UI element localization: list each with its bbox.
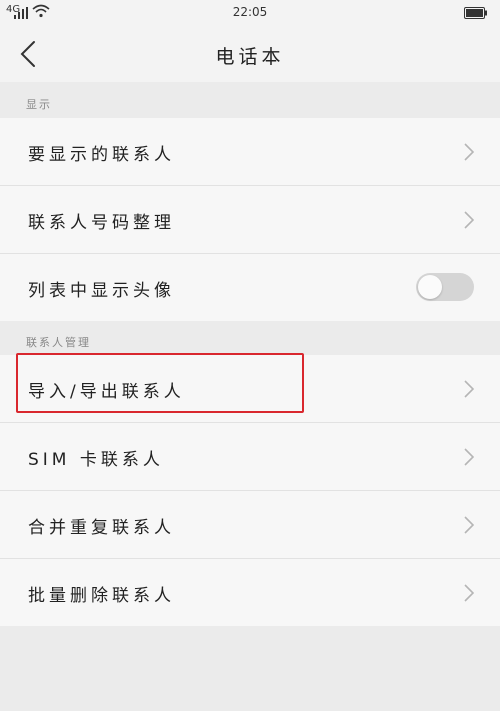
- row-merge-duplicates[interactable]: 合并重复联系人: [0, 491, 500, 559]
- show-avatar-toggle[interactable]: [416, 273, 474, 301]
- row-show-avatar: 列表中显示头像: [0, 254, 500, 321]
- row-label: 联系人号码整理: [28, 213, 175, 233]
- row-label: SIM 卡联系人: [28, 450, 164, 470]
- toggle-knob: [418, 275, 442, 299]
- status-time: 22:05: [232, 5, 268, 19]
- header-bar: 电话本: [0, 26, 500, 82]
- chevron-right-icon: [464, 143, 474, 161]
- chevron-right-icon: [464, 211, 474, 229]
- chevron-right-icon: [464, 584, 474, 602]
- page-title: 电话本: [215, 46, 285, 68]
- row-import-export[interactable]: 导入/导出联系人: [0, 355, 500, 423]
- section-label-contact-management: 联系人管理: [26, 336, 91, 349]
- chevron-right-icon: [464, 380, 474, 398]
- settings-group-display: 要显示的联系人 联系人号码整理 列表中显示头像: [0, 118, 500, 321]
- chevron-right-icon: [464, 516, 474, 534]
- row-label: 要显示的联系人: [28, 145, 175, 165]
- row-batch-delete[interactable]: 批量删除联系人: [0, 559, 500, 626]
- row-number-organize[interactable]: 联系人号码整理: [0, 186, 500, 254]
- section-label-display: 显示: [26, 98, 52, 111]
- settings-group-contact-management: 导入/导出联系人 SIM 卡联系人 合并重复联系人 批量删除联系人: [0, 355, 500, 626]
- row-label: 合并重复联系人: [28, 518, 175, 538]
- row-visible-contacts[interactable]: 要显示的联系人: [0, 118, 500, 186]
- chevron-right-icon: [464, 448, 474, 466]
- status-bar: 4G 22:05: [0, 0, 500, 26]
- battery-icon: [464, 7, 487, 19]
- row-label: 导入/导出联系人: [28, 382, 185, 402]
- row-sim-contacts[interactable]: SIM 卡联系人: [0, 423, 500, 491]
- row-label: 批量删除联系人: [28, 586, 175, 606]
- row-label: 列表中显示头像: [28, 281, 175, 301]
